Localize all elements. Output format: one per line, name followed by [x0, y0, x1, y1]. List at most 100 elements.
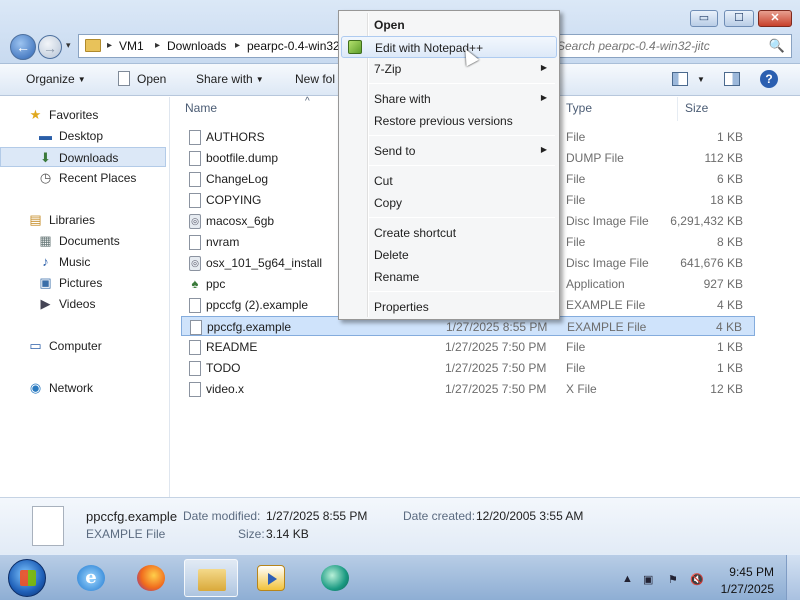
nav-documents[interactable]: ▦ Documents [0, 231, 166, 251]
breadcrumb-downloads[interactable]: Downloads [167, 39, 226, 53]
network-tray-icon[interactable]: ▣ [643, 573, 653, 586]
file-size: 18 KB [710, 193, 743, 207]
breadcrumb-separator[interactable]: ▸ [155, 40, 160, 51]
nav-libraries[interactable]: ▤ Libraries [0, 210, 166, 230]
details-file-name: ppccfg.example [86, 509, 178, 524]
nav-music[interactable]: ♪ Music [0, 252, 166, 272]
menu-item-cut[interactable]: Cut [341, 170, 557, 192]
help-icon[interactable]: ? [760, 70, 778, 88]
organize-label: Organize [26, 72, 75, 86]
details-pane: ppccfg.example EXAMPLE File Date modifie… [0, 497, 800, 554]
search-icon[interactable]: 🔍 [769, 38, 785, 54]
menu-item-delete[interactable]: Delete [341, 244, 557, 266]
file-type: File [566, 130, 586, 144]
views-dropdown[interactable]: ▼ [694, 72, 705, 86]
minimize-button[interactable]: ▭ [690, 10, 718, 27]
file-size: 927 KB [703, 277, 743, 291]
menu-item-rename[interactable]: Rename [341, 266, 557, 288]
breadcrumb-separator[interactable]: ▸ [235, 40, 240, 51]
explorer-folder-icon [198, 569, 226, 591]
maximize-button[interactable]: ☐ [724, 10, 754, 27]
column-header-type[interactable]: Type [566, 101, 592, 115]
nav-network[interactable]: ◉ Network [0, 378, 166, 398]
downloads-icon: ⬇ [40, 150, 51, 165]
breadcrumb-pearpc[interactable]: pearpc-0.4-win32 [247, 39, 340, 53]
nav-recent-places[interactable]: ◷ Recent Places [0, 168, 166, 188]
file-type: Disc Image File [566, 214, 649, 228]
taskbar-windows-explorer[interactable] [184, 559, 238, 597]
file-type: Disc Image File [566, 256, 649, 270]
share-with-button[interactable]: Share with ▼ [196, 72, 264, 86]
menu-item-7zip[interactable]: 7-Zip ▶ [341, 58, 557, 80]
network-icon: ◉ [29, 380, 42, 395]
file-name: COPYING [206, 193, 262, 207]
search-box[interactable]: 🔍 [548, 34, 792, 58]
breadcrumb-vm1[interactable]: VM1 [119, 39, 144, 53]
action-center-flag-icon[interactable]: ⚑ [668, 573, 678, 586]
menu-separator [369, 291, 555, 292]
details-date-created: 12/20/2005 3:55 AM [476, 509, 584, 523]
nav-videos[interactable]: ▶ Videos [0, 294, 166, 314]
menu-item-restore-previous-versions[interactable]: Restore previous versions [341, 110, 557, 132]
application-icon: ♠ [191, 276, 199, 291]
file-row[interactable]: README 1/27/2025 7:50 PM File 1 KB [181, 337, 755, 357]
nav-label: Music [59, 255, 91, 269]
taskbar-vm-app[interactable] [308, 559, 362, 597]
file-type: File [566, 235, 586, 249]
close-button[interactable]: ✕ [758, 10, 792, 27]
computer-icon: ▭ [29, 338, 42, 353]
chevron-down-icon: ▼ [77, 75, 86, 84]
preview-pane-icon[interactable] [724, 72, 740, 86]
file-size: 4 KB [715, 320, 742, 334]
search-input[interactable] [557, 36, 767, 56]
volume-muted-icon[interactable]: 🔇 [690, 573, 704, 586]
back-button[interactable]: ← [10, 34, 36, 60]
file-icon [189, 151, 201, 166]
windows-logo-icon [20, 570, 36, 586]
column-header-size[interactable]: Size [685, 101, 708, 115]
start-button[interactable] [8, 559, 46, 597]
vm-app-icon [321, 565, 349, 591]
nav-pictures[interactable]: ▣ Pictures [0, 273, 166, 293]
nav-label: Pictures [59, 276, 103, 290]
menu-item-label: Rename [374, 270, 420, 284]
nav-downloads[interactable]: ⬇ Downloads [0, 147, 166, 167]
recent-pages-dropdown[interactable]: ▾ [66, 40, 71, 51]
clock-time[interactable]: 9:45 PM [704, 565, 774, 579]
open-button[interactable]: Open [137, 72, 166, 86]
nav-favorites[interactable]: ★ Favorites [0, 105, 166, 125]
disc-image-icon: ◎ [189, 256, 201, 271]
pictures-icon: ▣ [39, 275, 52, 290]
tray-overflow-icon[interactable]: ▲ [622, 573, 633, 585]
new-folder-button[interactable]: New fol [295, 72, 335, 86]
taskbar-media-player[interactable] [244, 559, 298, 597]
menu-item-edit-with-notepad[interactable]: Edit with Notepad++ [341, 36, 557, 58]
nav-desktop[interactable]: ▬ Desktop [0, 126, 166, 146]
file-size: 1 KB [716, 130, 743, 144]
nav-label: Recent Places [59, 171, 137, 185]
organize-button[interactable]: Organize ▼ [26, 72, 86, 86]
chevron-down-icon: ▼ [697, 75, 705, 84]
menu-item-label: Open [374, 18, 405, 32]
nav-computer[interactable]: ▭ Computer [0, 336, 166, 356]
menu-item-create-shortcut[interactable]: Create shortcut [341, 222, 557, 244]
column-divider[interactable] [677, 97, 678, 121]
taskbar-firefox[interactable] [124, 559, 178, 597]
taskbar-internet-explorer[interactable]: e [64, 559, 118, 597]
menu-item-copy[interactable]: Copy [341, 192, 557, 214]
details-size-label: Size: [238, 527, 265, 541]
clock-date[interactable]: 1/27/2025 [704, 582, 774, 596]
breadcrumb-separator[interactable]: ▸ [107, 40, 112, 51]
menu-item-properties[interactable]: Properties [341, 296, 557, 318]
show-desktop-button[interactable] [786, 555, 800, 600]
menu-item-share-with[interactable]: Share with ▶ [341, 88, 557, 110]
menu-item-open[interactable]: Open [341, 14, 557, 36]
column-header-name[interactable]: Name [185, 101, 217, 115]
menu-item-send-to[interactable]: Send to ▶ [341, 140, 557, 162]
file-row[interactable]: video.x 1/27/2025 7:50 PM X File 12 KB [181, 379, 755, 399]
forward-button[interactable]: → [38, 35, 62, 59]
file-name: video.x [206, 382, 245, 396]
views-icon[interactable] [672, 72, 688, 86]
file-type: File [566, 172, 586, 186]
file-row[interactable]: TODO 1/27/2025 7:50 PM File 1 KB [181, 358, 755, 378]
